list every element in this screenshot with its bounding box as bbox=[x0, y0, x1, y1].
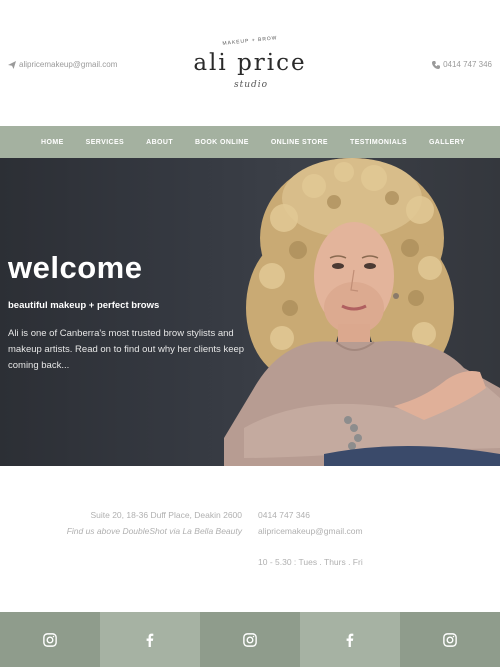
nav-item-online-store[interactable]: ONLINE STORE bbox=[271, 139, 328, 146]
instagram-icon bbox=[43, 632, 57, 647]
social-tile-facebook[interactable] bbox=[100, 612, 200, 667]
logo-script: studio bbox=[233, 80, 269, 90]
logo-name: ali price bbox=[193, 50, 307, 76]
site-logo[interactable]: MAKEUP + BROW ali price studio bbox=[180, 35, 320, 100]
hero-title: welcome bbox=[8, 250, 143, 285]
nav-item-home[interactable]: HOME bbox=[41, 139, 64, 146]
instagram-icon bbox=[443, 632, 457, 647]
nav-item-gallery[interactable]: GALLERY bbox=[429, 139, 465, 146]
site-header: alipricemakeup@gmail.com MAKEUP + BROW a… bbox=[0, 0, 500, 126]
hero-body-text: Ali is one of Canberra's most trusted br… bbox=[8, 328, 245, 371]
opening-hours: 10 - 5.30 : Tues . Thurs . Fri bbox=[258, 557, 363, 567]
logo-tagline: MAKEUP + BROW bbox=[222, 35, 278, 47]
info-email[interactable]: alipricemakeup@gmail.com bbox=[258, 526, 363, 536]
nav-item-book-online[interactable]: BOOK ONLINE bbox=[195, 139, 249, 146]
social-tile-instagram[interactable] bbox=[400, 612, 500, 667]
facebook-icon bbox=[346, 633, 354, 647]
nav-item-testimonials[interactable]: TESTIMONIALS bbox=[350, 139, 407, 146]
instagram-icon bbox=[243, 632, 257, 647]
phone-icon bbox=[432, 60, 441, 69]
main-nav: HOME SERVICES ABOUT BOOK ONLINE ONLINE S… bbox=[0, 126, 500, 158]
social-tile-facebook[interactable] bbox=[300, 612, 400, 667]
header-phone[interactable]: 0414 747 346 bbox=[432, 60, 492, 69]
portrait-photo bbox=[224, 158, 500, 466]
info-phone[interactable]: 0414 747 346 bbox=[258, 510, 310, 520]
social-tile-instagram[interactable] bbox=[200, 612, 300, 667]
header-phone-text[interactable]: 0414 747 346 bbox=[443, 60, 492, 69]
header-email-text[interactable]: alipricemakeup@gmail.com bbox=[19, 60, 117, 69]
social-footer bbox=[0, 612, 500, 667]
directions-text: Find us above DoubleShot via La Bella Be… bbox=[66, 526, 242, 536]
hero-banner: welcome beautiful makeup + perfect brows… bbox=[0, 158, 500, 466]
hero-subtitle: beautiful makeup + perfect brows bbox=[8, 300, 160, 311]
contact-info: Suite 20, 18-36 Duff Place, Deakin 2600 … bbox=[0, 466, 500, 612]
header-email[interactable]: alipricemakeup@gmail.com bbox=[8, 60, 117, 69]
facebook-icon bbox=[146, 633, 154, 647]
nav-item-services[interactable]: SERVICES bbox=[86, 139, 124, 146]
send-icon bbox=[8, 60, 16, 69]
nav-item-about[interactable]: ABOUT bbox=[146, 139, 173, 146]
address-text: Suite 20, 18-36 Duff Place, Deakin 2600 bbox=[90, 510, 242, 520]
social-tile-instagram[interactable] bbox=[0, 612, 100, 667]
